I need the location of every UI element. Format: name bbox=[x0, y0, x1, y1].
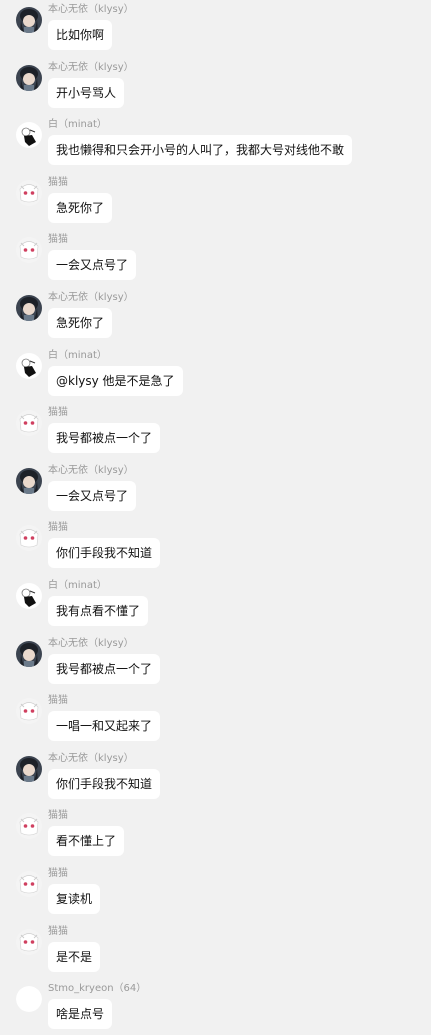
message-bubble[interactable]: 开小号骂人 bbox=[48, 77, 125, 108]
message-bubble[interactable]: 复读机 bbox=[48, 884, 101, 914]
message-bubble[interactable]: 一会又点号了 bbox=[48, 250, 137, 281]
sender-name: Stmo_kryeon（64） bbox=[48, 983, 147, 995]
message-bubble[interactable]: 你们手段我不知道 bbox=[48, 538, 161, 569]
avatar[interactable] bbox=[16, 7, 42, 33]
chat-message: 白（minat） 我有点看不懂了 bbox=[0, 580, 431, 632]
avatar[interactable] bbox=[16, 583, 42, 609]
avatar[interactable] bbox=[16, 295, 42, 321]
chat-message: 本心无依（klysy） 急死你了 bbox=[0, 292, 431, 344]
message-bubble[interactable]: @klysy 他是不是急了 bbox=[48, 365, 183, 396]
avatar[interactable] bbox=[16, 64, 42, 91]
chat-message: 本心无依（klysy） 我号都被点一个了 bbox=[0, 638, 431, 690]
avatar[interactable] bbox=[16, 698, 42, 725]
sender-name: 猫猫 bbox=[48, 868, 68, 879]
avatar[interactable] bbox=[16, 755, 42, 782]
chat-message: 猫猫 看不懂上了 bbox=[0, 810, 431, 862]
avatar[interactable] bbox=[16, 410, 42, 437]
chat-message: 本心无依（klysy） 比如你啊 bbox=[0, 4, 431, 56]
message-bubble[interactable]: 啥是点号 bbox=[48, 999, 113, 1030]
sender-name: 本心无依（klysy） bbox=[48, 752, 134, 764]
chat-message: 猫猫我号都被点一个了 bbox=[0, 407, 431, 459]
sender-name: 猫猫 bbox=[48, 176, 68, 188]
message-bubble[interactable]: 是不是 bbox=[48, 941, 101, 972]
chat-message: 猫猫 一会又点号了 bbox=[0, 234, 431, 286]
sender-name: 白（minat） bbox=[48, 119, 107, 131]
sender-name: 本心无依（klysy） bbox=[48, 4, 134, 15]
avatar[interactable] bbox=[16, 871, 42, 897]
avatar[interactable] bbox=[16, 813, 42, 840]
chat-message: 猫猫 是不是 bbox=[0, 926, 431, 978]
sender-name: 本心无依（klysy） bbox=[48, 292, 134, 303]
message-bubble[interactable]: 我有点看不懂了 bbox=[48, 596, 149, 626]
avatar[interactable] bbox=[16, 467, 42, 494]
sender-name: 白（minat） bbox=[48, 349, 107, 361]
avatar[interactable] bbox=[16, 640, 42, 667]
chat-message: 本心无依（klysy） 一会又点号了 bbox=[0, 465, 431, 517]
chat-message: 白（minat） @klysy 他是不是急了 bbox=[0, 350, 431, 402]
message-bubble[interactable]: 急死你了 bbox=[48, 192, 113, 223]
sender-name: 本心无依（klysy） bbox=[48, 61, 134, 73]
avatar[interactable] bbox=[16, 352, 42, 379]
message-bubble[interactable]: 急死你了 bbox=[48, 308, 113, 338]
message-bubble[interactable]: 我号都被点一个了 bbox=[48, 653, 161, 684]
sender-name: 猫猫 bbox=[48, 810, 68, 822]
message-bubble[interactable]: 一唱一和又起来了 bbox=[48, 711, 161, 742]
avatar[interactable] bbox=[16, 179, 42, 206]
sender-name: 猫猫 bbox=[48, 695, 68, 707]
message-bubble[interactable]: 你们手段我不知道 bbox=[48, 768, 161, 799]
avatar[interactable] bbox=[16, 986, 42, 1013]
sender-name: 本心无依（klysy） bbox=[48, 464, 134, 476]
avatar[interactable] bbox=[16, 928, 42, 955]
chat-message: 本心无依（klysy） 你们手段我不知道 bbox=[0, 753, 431, 805]
avatar[interactable] bbox=[16, 122, 42, 149]
sender-name: 猫猫 bbox=[48, 522, 68, 534]
message-bubble[interactable]: 我号都被点一个了 bbox=[48, 423, 161, 454]
sender-name: 猫猫 bbox=[48, 925, 68, 937]
sender-name: 本心无依（klysy） bbox=[48, 637, 134, 649]
chat-message-list[interactable]: 本心无依（klysy） 比如你啊 本心无依（klysy） 开小号骂人 白（minat）我… bbox=[0, 0, 431, 1030]
message-bubble[interactable]: 比如你啊 bbox=[48, 20, 113, 50]
chat-message: 猫猫一唱一和又起来了 bbox=[0, 695, 431, 747]
message-bubble[interactable]: 一会又点号了 bbox=[48, 480, 137, 511]
chat-message: 本心无依（klysy） 开小号骂人 bbox=[0, 62, 431, 114]
chat-message: Stmo_kryeon（64） 啥是点号 bbox=[0, 983, 431, 1035]
chat-message: 猫猫 急死你了 bbox=[0, 177, 431, 229]
avatar[interactable] bbox=[16, 237, 42, 264]
avatar[interactable] bbox=[16, 525, 42, 552]
sender-name: 猫猫 bbox=[48, 407, 68, 419]
sender-name: 白（minat） bbox=[48, 580, 107, 591]
sender-name: 猫猫 bbox=[48, 234, 68, 246]
chat-message: 白（minat） 我也懒得和只会开小号的人叫了，我都大号对线他不敢 bbox=[0, 119, 431, 171]
chat-message: 猫猫 复读机 bbox=[0, 868, 431, 920]
chat-message: 猫猫你们手段我不知道 bbox=[0, 522, 431, 574]
message-bubble[interactable]: 我也懒得和只会开小号的人叫了，我都大号对线他不敢 bbox=[48, 135, 353, 166]
message-bubble[interactable]: 看不懂上了 bbox=[48, 826, 125, 857]
